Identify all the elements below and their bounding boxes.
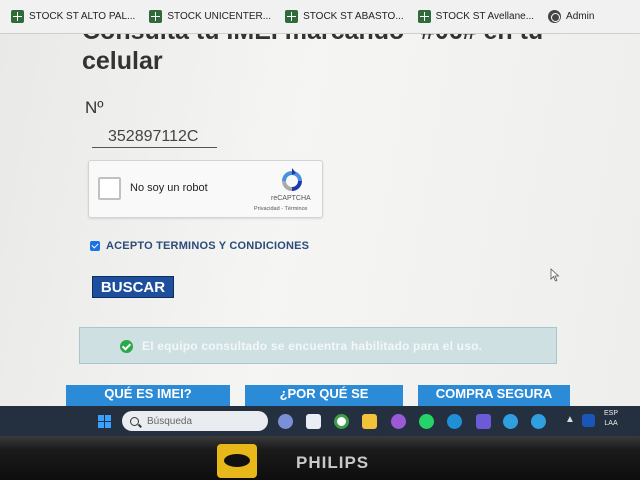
app-circle-icon[interactable] [391, 414, 406, 429]
bookmark-stock-unicenter[interactable]: STOCK UNICENTER... [142, 0, 278, 33]
mouse-cursor-icon [550, 268, 560, 282]
terms-checkbox[interactable] [90, 241, 100, 251]
teams-icon[interactable] [476, 414, 491, 429]
tile-por-que-se[interactable]: ¿POR QUÉ SE [245, 385, 403, 406]
language-indicator[interactable]: ESP LAA [604, 409, 618, 429]
terms-row[interactable]: ACEPTO TERMINOS Y CONDICIONES [90, 240, 309, 252]
bookmark-label: STOCK UNICENTER... [167, 11, 272, 22]
bookmark-label: STOCK ST ABASTO... [303, 11, 404, 22]
sheets-icon [11, 10, 24, 23]
tile-compra-segura[interactable]: COMPRA SEGURA [418, 385, 570, 406]
taskbar: Búsqueda ▲ ESP LAA [0, 406, 640, 436]
taskbar-search[interactable]: Búsqueda [122, 411, 268, 431]
check-circle-icon [120, 340, 133, 353]
imei-field-label: Nº [85, 98, 104, 117]
recaptcha-label: No soy un robot [130, 182, 208, 194]
sheets-icon [417, 10, 431, 23]
search-icon [130, 416, 139, 426]
bookmark-stock-alto-palermo[interactable]: STOCK ST ALTO PAL... [4, 0, 142, 33]
recaptcha-links[interactable]: Privacidad - Términos [254, 206, 307, 212]
status-alert: El equipo consultado se encuentra habili… [79, 327, 557, 364]
search-button[interactable]: BUSCAR [92, 276, 174, 298]
clock-icon[interactable] [447, 414, 462, 429]
bezel-sticker [217, 444, 257, 478]
monitor-brand: PHILIPS [296, 453, 370, 472]
page-title: Consulta tu IMEI marcando *#06# en tu ce… [82, 34, 622, 76]
recaptcha-logo-icon [282, 168, 302, 191]
whatsapp-icon[interactable] [419, 414, 434, 429]
tray-app-icon[interactable] [582, 414, 595, 427]
page-title-line1: Consulta tu IMEI marcando *#06# en tu [82, 34, 622, 46]
bookmark-label: STOCK ST Avellane... [435, 11, 535, 22]
bookmark-label: STOCK ST ALTO PAL... [29, 11, 136, 22]
bookmark-label: Admin [566, 11, 595, 22]
alert-message: El equipo consultado se encuentra habili… [142, 338, 483, 353]
widgets-icon[interactable] [306, 414, 321, 429]
imei-check-page: Consulta tu IMEI marcando *#06# en tu ce… [0, 34, 640, 406]
bookmark-admin[interactable]: Admin [541, 0, 601, 33]
edge-icon[interactable] [503, 414, 518, 429]
recaptcha-brand: reCAPTCHA [271, 195, 311, 202]
lang-bottom: LAA [604, 420, 618, 427]
lang-top: ESP [604, 410, 619, 417]
windows-start-icon[interactable] [98, 415, 112, 429]
taskbar-search-placeholder: Búsqueda [147, 415, 193, 427]
sheets-icon [285, 10, 299, 23]
bookmark-stock-avellaneda[interactable]: STOCK ST Avellane... [411, 0, 541, 33]
recaptcha-widget: No soy un robot reCAPTCHA Privacidad - T… [88, 160, 323, 218]
imei-input[interactable] [92, 126, 217, 148]
terms-label: ACEPTO TERMINOS Y CONDICIONES [106, 240, 310, 252]
sheets-icon [149, 10, 163, 23]
chrome-icon[interactable] [334, 414, 349, 429]
file-explorer-icon[interactable] [362, 414, 377, 429]
recaptcha-checkbox[interactable] [98, 177, 121, 200]
tray-chevron-up-icon[interactable]: ▲ [565, 414, 575, 425]
edge-dev-icon[interactable] [531, 414, 546, 429]
bookmark-stock-abasto[interactable]: STOCK ST ABASTO... [278, 0, 411, 33]
tile-que-es-imei[interactable]: QUÉ ES IMEI? [66, 385, 230, 406]
chat-app-icon[interactable] [278, 414, 293, 429]
bookmarks-bar: STOCK ST ALTO PAL... STOCK UNICENTER... … [0, 0, 640, 34]
page-title-line2: celular [82, 47, 163, 75]
globe-icon [548, 10, 562, 23]
